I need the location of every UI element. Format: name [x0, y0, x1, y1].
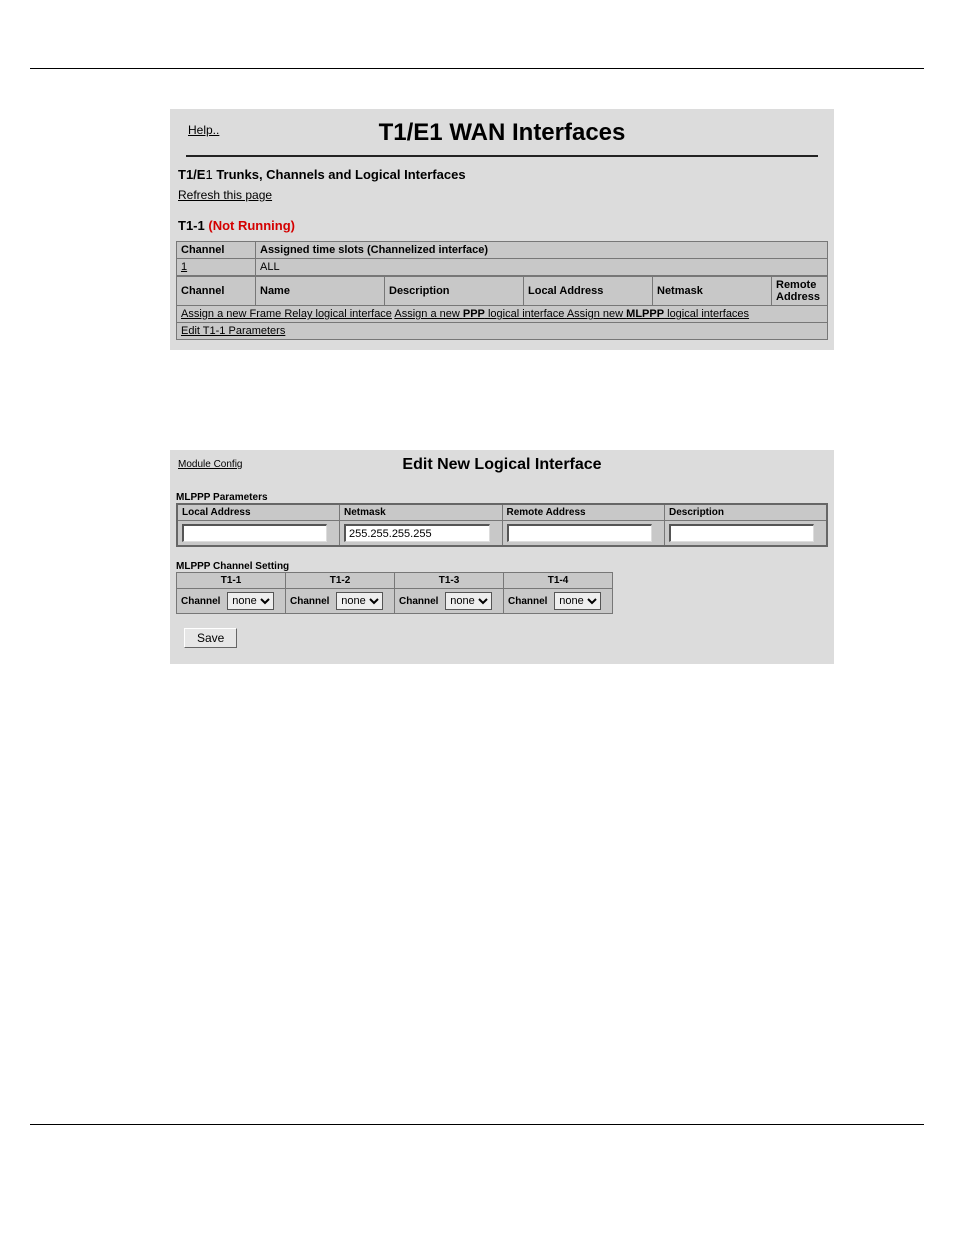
refresh-link[interactable]: Refresh this page	[178, 188, 272, 202]
local-address-input[interactable]	[182, 524, 327, 542]
col-remote-address: Remote Address	[502, 504, 665, 521]
col-name: Name	[256, 277, 385, 306]
channel-label: Channel	[508, 596, 547, 607]
page-title: T1/E1 WAN Interfaces	[180, 119, 824, 147]
remote-address-input[interactable]	[507, 524, 653, 542]
assign-ppp-post: logical interface	[485, 308, 565, 320]
section-title: T1/E1 Trunks, Channels and Logical Inter…	[178, 167, 828, 182]
trunk-status-line: T1-1 (Not Running)	[178, 218, 828, 233]
col-description: Description	[385, 277, 524, 306]
channel-label: Channel	[290, 596, 329, 607]
section-title-e1: 1	[205, 167, 212, 182]
cell-slots: ALL	[256, 259, 828, 276]
page-top-rule	[30, 68, 924, 69]
trunk-col-t1-1: T1-1	[177, 573, 286, 589]
col-local-address: Local Address	[177, 504, 340, 521]
channel-select-t1-1[interactable]: none	[227, 592, 274, 610]
col-netmask: Netmask	[653, 277, 772, 306]
assign-frame-relay-link[interactable]: Assign a new Frame Relay logical interfa…	[181, 308, 392, 320]
assign-mlppp-post: logical interfaces	[664, 308, 749, 320]
channel-label: Channel	[181, 596, 220, 607]
col-channel: Channel	[177, 277, 256, 306]
title-separator	[186, 155, 818, 157]
mlppp-channel-setting-header: MLPPP Channel Setting	[176, 561, 828, 572]
col-channel: Channel	[177, 242, 256, 259]
edit-params-row: Edit T1-1 Parameters	[177, 323, 828, 340]
cell-channel: 1	[177, 259, 256, 276]
assign-mlppp-pre: Assign new	[567, 308, 626, 320]
timeslots-table: Channel Assigned time slots (Channelized…	[176, 241, 828, 276]
edit-logical-interface-panel: Module Config Edit New Logical Interface…	[170, 450, 834, 664]
table-row: 1 ALL	[177, 259, 828, 276]
module-config-link[interactable]: Module Config	[178, 459, 242, 470]
table-row: Channel none Channel none Channel	[177, 589, 613, 614]
col-netmask: Netmask	[340, 504, 503, 521]
channel-select-t1-2[interactable]: none	[336, 592, 383, 610]
section-title-pre: T1/E	[178, 167, 205, 182]
netmask-input[interactable]	[344, 524, 490, 542]
assign-mlppp-link[interactable]: Assign new MLPPP logical interfaces	[567, 308, 749, 320]
trunk-col-t1-4: T1-4	[504, 573, 613, 589]
description-input[interactable]	[669, 524, 814, 542]
help-link[interactable]: Help..	[188, 123, 219, 137]
assign-row: Assign a new Frame Relay logical interfa…	[177, 306, 828, 323]
col-description: Description	[665, 504, 828, 521]
save-button[interactable]: Save	[184, 628, 237, 648]
assign-mlppp-strong: MLPPP	[626, 308, 664, 320]
col-slots: Assigned time slots (Channelized interfa…	[256, 242, 828, 259]
edit-t1-1-parameters-link[interactable]: Edit T1-1 Parameters	[181, 325, 285, 337]
panel2-title: Edit New Logical Interface	[176, 456, 828, 474]
mlppp-parameters-table: Local Address Netmask Remote Address Des…	[176, 503, 828, 547]
table-row	[177, 521, 827, 547]
trunk-col-t1-2: T1-2	[286, 573, 395, 589]
mlppp-channel-setting-table: T1-1 T1-2 T1-3 T1-4 Channel none Channel	[176, 572, 613, 614]
section-title-post: Trunks, Channels and Logical Interfaces	[213, 167, 466, 182]
col-local-address: Local Address	[524, 277, 653, 306]
trunk-col-t1-3: T1-3	[395, 573, 504, 589]
channel-1-link[interactable]: 1	[181, 261, 187, 273]
assign-ppp-link[interactable]: Assign a new PPP logical interface	[394, 308, 566, 320]
trunk-status: (Not Running)	[208, 218, 295, 233]
wan-interfaces-panel: Help.. T1/E1 WAN Interfaces T1/E1 Trunks…	[170, 109, 834, 350]
col-remote-address: Remote Address	[772, 277, 828, 306]
assign-ppp-strong: PPP	[463, 308, 485, 320]
assign-ppp-pre: Assign a new	[394, 308, 462, 320]
mlppp-parameters-header: MLPPP Parameters	[176, 492, 828, 503]
channel-label: Channel	[399, 596, 438, 607]
trunk-id: T1-1	[178, 218, 205, 233]
interfaces-table: Channel Name Description Local Address N…	[176, 276, 828, 340]
channel-select-t1-4[interactable]: none	[554, 592, 601, 610]
channel-select-t1-3[interactable]: none	[445, 592, 492, 610]
page-bottom-rule	[30, 1124, 924, 1125]
